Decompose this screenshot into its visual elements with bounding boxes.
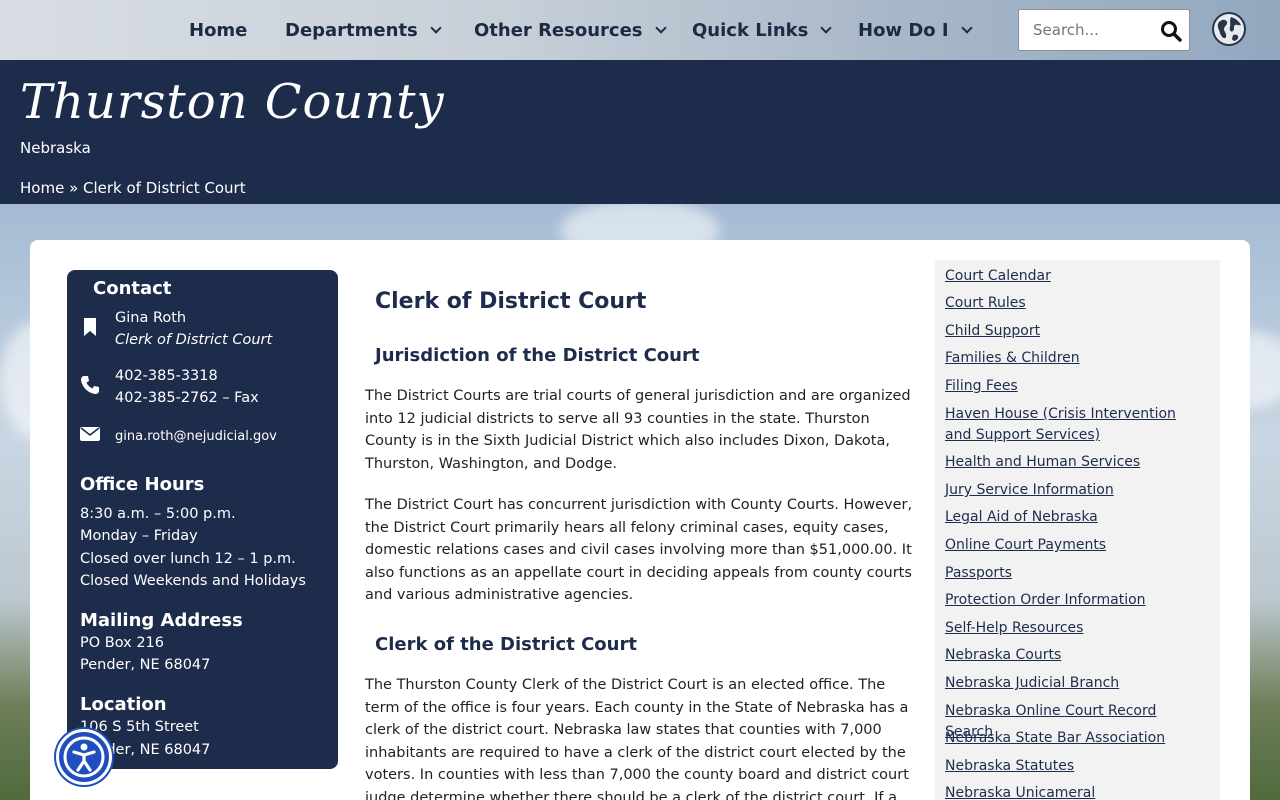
link-state-bar[interactable]: Nebraska State Bar Association bbox=[945, 728, 1205, 749]
section-heading-clerk: Clerk of the District Court bbox=[375, 634, 637, 655]
nav-home-label: Home bbox=[189, 19, 248, 41]
bookmark-icon bbox=[84, 318, 96, 336]
paragraph: The District Courts are trial courts of … bbox=[365, 388, 911, 472]
paragraph: The Thurston County Clerk of the Distric… bbox=[365, 677, 909, 800]
email-link[interactable]: gina.roth@nejudicial.gov bbox=[115, 429, 277, 444]
nav-departments[interactable]: Departments bbox=[285, 17, 442, 43]
link-families-children[interactable]: Families & Children bbox=[945, 348, 1205, 369]
accessibility-button[interactable] bbox=[56, 729, 112, 785]
link-online-court-payments[interactable]: Online Court Payments bbox=[945, 535, 1205, 556]
link-court-rules[interactable]: Court Rules bbox=[945, 293, 1205, 314]
link-health-human-services[interactable]: Health and Human Services bbox=[945, 452, 1205, 473]
breadcrumb-separator: » bbox=[64, 179, 84, 197]
page-title: Clerk of District Court bbox=[375, 289, 647, 314]
chevron-down-icon bbox=[654, 22, 667, 34]
mailing-address-heading: Mailing Address bbox=[80, 610, 243, 631]
globe-icon[interactable] bbox=[1211, 11, 1247, 47]
link-protection-order[interactable]: Protection Order Information bbox=[945, 590, 1205, 611]
accessibility-icon bbox=[63, 736, 105, 778]
phone-icon bbox=[81, 376, 99, 394]
link-court-calendar[interactable]: Court Calendar bbox=[945, 266, 1205, 287]
location-heading: Location bbox=[80, 694, 167, 715]
link-child-support[interactable]: Child Support bbox=[945, 321, 1205, 342]
breadcrumb-home-link[interactable]: Home bbox=[20, 179, 64, 197]
link-legal-aid[interactable]: Legal Aid of Nebraska bbox=[945, 507, 1205, 528]
contact-email: gina.roth@nejudicial.gov bbox=[115, 426, 277, 448]
mailing-address-line: Pender, NE 68047 bbox=[80, 657, 211, 673]
top-navigation: Home Departments Other Resources Quick L… bbox=[0, 0, 1280, 60]
breadcrumb: Home » Clerk of District Court bbox=[20, 179, 246, 197]
contact-name: Gina Roth bbox=[115, 310, 187, 326]
site-subtitle: Nebraska bbox=[20, 139, 91, 157]
link-haven-house[interactable]: Haven House (Crisis Intervention and Sup… bbox=[945, 404, 1205, 446]
chevron-down-icon bbox=[820, 22, 833, 34]
breadcrumb-current: Clerk of District Court bbox=[83, 179, 246, 197]
search-icon[interactable] bbox=[1159, 19, 1183, 43]
link-nebraska-judicial-branch[interactable]: Nebraska Judicial Branch bbox=[945, 673, 1205, 694]
mailing-address-line: PO Box 216 bbox=[80, 635, 165, 651]
chevron-down-icon bbox=[430, 22, 442, 34]
link-nebraska-statutes[interactable]: Nebraska Statutes bbox=[945, 756, 1205, 777]
contact-phone: 402-385-3318 bbox=[115, 365, 218, 387]
office-hours-line: Closed over lunch 12 – 1 p.m. bbox=[80, 551, 296, 567]
nav-other-resources[interactable]: Other Resources bbox=[474, 17, 667, 43]
office-hours-line: Closed Weekends and Holidays bbox=[80, 573, 306, 589]
nav-how-do-i[interactable]: How Do I bbox=[858, 17, 973, 43]
paragraph: The District Court has concurrent jurisd… bbox=[365, 497, 913, 603]
site-title[interactable]: Thurston County bbox=[20, 74, 445, 130]
contact-role: Clerk of District Court bbox=[115, 332, 273, 348]
nav-quick-links-label: Quick Links bbox=[692, 19, 809, 41]
link-self-help[interactable]: Self-Help Resources bbox=[945, 618, 1205, 639]
nav-quick-links[interactable]: Quick Links bbox=[692, 17, 833, 43]
envelope-icon bbox=[80, 427, 100, 441]
contact-fax: 402-385-2762 – Fax bbox=[115, 390, 259, 406]
link-nebraska-unicameral[interactable]: Nebraska Unicameral bbox=[945, 783, 1205, 800]
nav-other-resources-label: Other Resources bbox=[474, 19, 643, 41]
link-jury-service[interactable]: Jury Service Information bbox=[945, 480, 1205, 501]
link-nebraska-courts[interactable]: Nebraska Courts bbox=[945, 645, 1205, 666]
office-hours-line: 8:30 a.m. – 5:00 p.m. bbox=[80, 506, 236, 522]
search-input[interactable] bbox=[1019, 10, 1159, 50]
nav-how-do-i-label: How Do I bbox=[858, 19, 949, 41]
nav-departments-label: Departments bbox=[285, 19, 418, 41]
search-box bbox=[1018, 9, 1190, 51]
office-hours-line: Monday – Friday bbox=[80, 528, 198, 544]
nav-home[interactable]: Home bbox=[189, 17, 247, 43]
phone-link[interactable]: 402-385-3318 bbox=[115, 368, 218, 384]
link-filing-fees[interactable]: Filing Fees bbox=[945, 376, 1205, 397]
office-hours-heading: Office Hours bbox=[80, 474, 205, 495]
site-banner: Thurston County Nebraska Home » Clerk of… bbox=[0, 60, 1280, 204]
link-passports[interactable]: Passports bbox=[945, 563, 1205, 584]
chevron-down-icon bbox=[960, 22, 973, 34]
section-heading-jurisdiction: Jurisdiction of the District Court bbox=[375, 345, 700, 366]
contact-heading: Contact bbox=[93, 278, 172, 299]
